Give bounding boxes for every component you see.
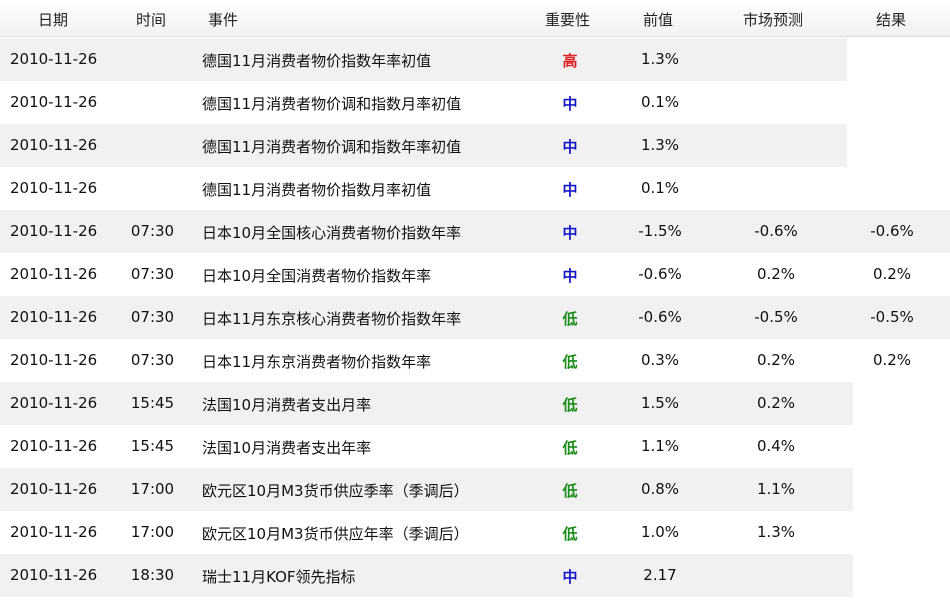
cell-date: 2010-11-26 xyxy=(10,394,98,412)
cell-previous: 0.1% xyxy=(640,93,680,111)
cell-previous: -0.6% xyxy=(638,308,682,326)
cell-actual: -0.6% xyxy=(870,222,914,240)
cell-importance: 低 xyxy=(562,439,578,457)
table-row[interactable]: 2010-11-26 07:30 日本11月东京核心消费者物价指数年率 低 -0.6% -… xyxy=(0,296,950,339)
table-row[interactable]: 2010-11-26 17:00 欧元区10月M3货币供应年率（季调后） 低 1.0% 1… xyxy=(0,511,950,554)
header-date[interactable]: 日期 xyxy=(38,9,68,30)
cell-event: 德国11月消费者物价指数年率初值 xyxy=(202,52,432,70)
table-row[interactable]: 2010-11-26 07:30 日本10月全国消费者物价指数年率 中 -0.6% 0.2… xyxy=(0,253,950,296)
cell-importance: 低 xyxy=(562,353,578,371)
table-row[interactable]: 2010-11-26 德国11月消费者物价指数月率初值 中 0.1% xyxy=(0,167,950,210)
cell-forecast: 0.2% xyxy=(756,351,796,369)
cell-event: 日本11月东京核心消费者物价指数年率 xyxy=(202,310,462,328)
cell-importance: 中 xyxy=(562,267,578,285)
economic-calendar-table: 日期 时间 事件 重要性 前值 市场预测 结果 2010-11-26 德国11月消… xyxy=(0,0,950,602)
cell-importance: 高 xyxy=(562,52,578,70)
cell-date: 2010-11-26 xyxy=(10,265,98,283)
cell-time: 07:30 xyxy=(130,351,175,369)
cell-date: 2010-11-26 xyxy=(10,566,98,584)
cell-importance: 中 xyxy=(562,181,578,199)
table-header: 日期 时间 事件 重要性 前值 市场预测 结果 xyxy=(0,0,950,37)
cell-previous: 0.1% xyxy=(640,179,680,197)
cell-date: 2010-11-26 xyxy=(10,351,98,369)
cell-event: 日本10月全国核心消费者物价指数年率 xyxy=(202,224,462,242)
cell-forecast: 0.2% xyxy=(756,394,796,412)
cell-previous: 1.3% xyxy=(640,50,680,68)
cell-event: 欧元区10月M3货币供应年率（季调后） xyxy=(202,525,469,543)
table-row[interactable]: 2010-11-26 德国11月消费者物价调和指数月率初值 中 0.1% xyxy=(0,81,950,124)
cell-forecast: 0.4% xyxy=(756,437,796,455)
cell-importance: 中 xyxy=(562,138,578,156)
cell-forecast: 1.1% xyxy=(756,480,796,498)
cell-previous: -0.6% xyxy=(638,265,682,283)
cell-date: 2010-11-26 xyxy=(10,179,98,197)
cell-previous: 2.17 xyxy=(643,566,677,584)
cell-importance: 低 xyxy=(562,482,578,500)
cell-forecast: 1.3% xyxy=(756,523,796,541)
cell-time: 17:00 xyxy=(130,523,175,541)
cell-previous: 0.3% xyxy=(640,351,680,369)
table-row[interactable]: 2010-11-26 07:30 日本10月全国核心消费者物价指数年率 中 -1.5% -… xyxy=(0,210,950,253)
cell-event: 日本10月全国消费者物价指数年率 xyxy=(202,267,432,285)
table-row[interactable]: 2010-11-26 17:00 欧元区10月M3货币供应季率（季调后） 低 0.8% 1… xyxy=(0,468,950,511)
cell-previous: 0.8% xyxy=(640,480,680,498)
cell-date: 2010-11-26 xyxy=(10,437,98,455)
cell-date: 2010-11-26 xyxy=(10,136,98,154)
cell-time: 17:00 xyxy=(130,480,175,498)
table-row[interactable]: 2010-11-26 德国11月消费者物价调和指数年率初值 中 1.3% xyxy=(0,124,950,167)
cell-date: 2010-11-26 xyxy=(10,50,98,68)
row-shade xyxy=(0,554,853,597)
cell-event: 法国10月消费者支出年率 xyxy=(202,439,372,457)
header-actual[interactable]: 结果 xyxy=(876,9,906,30)
cell-importance: 低 xyxy=(562,525,578,543)
cell-event: 日本11月东京消费者物价指数年率 xyxy=(202,353,432,371)
cell-time: 18:30 xyxy=(130,566,175,584)
cell-date: 2010-11-26 xyxy=(10,222,98,240)
cell-actual: 0.2% xyxy=(872,265,912,283)
cell-importance: 低 xyxy=(562,310,578,328)
cell-time: 07:30 xyxy=(130,222,175,240)
header-previous[interactable]: 前值 xyxy=(643,9,673,30)
cell-actual: -0.5% xyxy=(870,308,914,326)
cell-event: 德国11月消费者物价指数月率初值 xyxy=(202,181,432,199)
cell-time: 15:45 xyxy=(130,437,175,455)
cell-time: 07:30 xyxy=(130,308,175,326)
cell-event: 瑞士11月KOF领先指标 xyxy=(202,568,356,586)
cell-previous: 1.0% xyxy=(640,523,680,541)
cell-forecast: 0.2% xyxy=(756,265,796,283)
table-row[interactable]: 2010-11-26 德国11月消费者物价指数年率初值 高 1.3% xyxy=(0,38,950,81)
table-row[interactable]: 2010-11-26 15:45 法国10月消费者支出年率 低 1.1% 0.4% xyxy=(0,425,950,468)
header-time[interactable]: 时间 xyxy=(136,9,166,30)
table-row[interactable]: 2010-11-26 15:45 法国10月消费者支出月率 低 1.5% 0.2% xyxy=(0,382,950,425)
cell-date: 2010-11-26 xyxy=(10,523,98,541)
header-event[interactable]: 事件 xyxy=(208,9,238,30)
cell-previous: -1.5% xyxy=(638,222,682,240)
cell-importance: 中 xyxy=(562,95,578,113)
row-shade xyxy=(0,382,853,425)
cell-previous: 1.1% xyxy=(640,437,680,455)
cell-forecast: -0.6% xyxy=(754,222,798,240)
cell-time: 07:30 xyxy=(130,265,175,283)
cell-forecast: -0.5% xyxy=(754,308,798,326)
header-forecast[interactable]: 市场预测 xyxy=(743,9,803,30)
cell-previous: 1.5% xyxy=(640,394,680,412)
cell-date: 2010-11-26 xyxy=(10,480,98,498)
cell-time: 15:45 xyxy=(130,394,175,412)
cell-importance: 中 xyxy=(562,224,578,242)
cell-importance: 中 xyxy=(562,568,578,586)
cell-date: 2010-11-26 xyxy=(10,93,98,111)
cell-date: 2010-11-26 xyxy=(10,308,98,326)
header-importance[interactable]: 重要性 xyxy=(545,9,590,30)
cell-actual: 0.2% xyxy=(872,351,912,369)
cell-event: 德国11月消费者物价调和指数月率初值 xyxy=(202,95,462,113)
cell-importance: 低 xyxy=(562,396,578,414)
table-row[interactable]: 2010-11-26 18:30 瑞士11月KOF领先指标 中 2.17 xyxy=(0,554,950,597)
cell-event: 法国10月消费者支出月率 xyxy=(202,396,372,414)
cell-previous: 1.3% xyxy=(640,136,680,154)
cell-event: 德国11月消费者物价调和指数年率初值 xyxy=(202,138,462,156)
table-row[interactable]: 2010-11-26 07:30 日本11月东京消费者物价指数年率 低 0.3% 0.2%… xyxy=(0,339,950,382)
cell-event: 欧元区10月M3货币供应季率（季调后） xyxy=(202,482,469,500)
